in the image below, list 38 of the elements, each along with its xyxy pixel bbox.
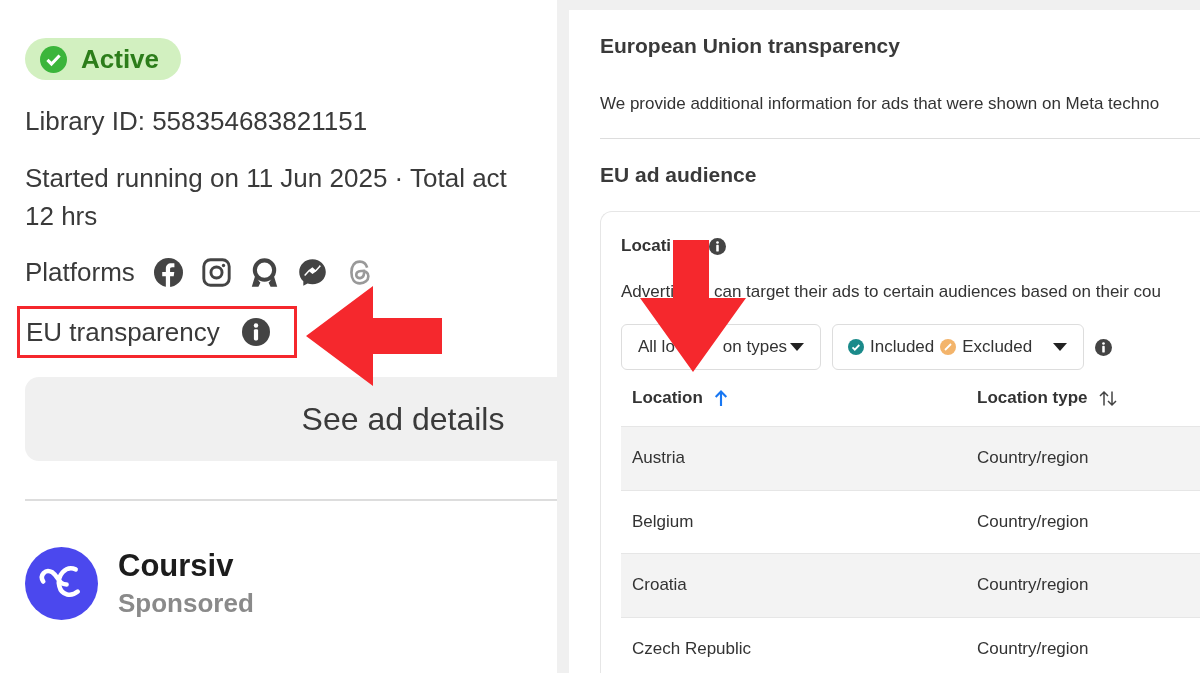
caret-icon (790, 343, 804, 351)
sort-icon[interactable] (1098, 389, 1117, 407)
facebook-icon (153, 257, 183, 287)
caret-icon (1053, 343, 1067, 351)
section-title: EU ad audience (600, 162, 758, 187)
sort-ascending-icon[interactable] (713, 389, 728, 407)
status-badge: Active (25, 38, 182, 80)
table-cell: Country/region (977, 575, 1089, 596)
advertiser-name[interactable]: Coursiv (118, 548, 254, 584)
table-cell: Country/region (977, 638, 1089, 659)
camera-icon (201, 257, 231, 287)
location-title: Locati (621, 236, 672, 256)
table-cell-text: Belgium (631, 511, 695, 532)
panel-title: European Union transparency (600, 33, 901, 58)
location-description: Adverti (621, 282, 674, 302)
intro-text: We provide additional information for ads that were shown on Meta techno (600, 94, 1161, 114)
table-cell: Country/region (977, 448, 1089, 469)
library-id: Library ID: 558354683821151 (25, 105, 369, 138)
location-description: can target their ads to certain audiences based on their cou (713, 282, 1161, 302)
info-icon[interactable] (709, 237, 727, 255)
table-cell: Country/region (977, 511, 1089, 532)
status-dropdown[interactable]: Included Excluded (832, 324, 1084, 370)
running-info: Started running on 11 Jun 2025 · Total act (25, 162, 508, 195)
column-header[interactable]: Location (632, 388, 703, 408)
see-ad-details-button[interactable]: See ad details (25, 377, 557, 461)
info-icon[interactable] (1095, 338, 1112, 356)
chat-icon (297, 257, 327, 287)
eu-transparency-label: EU transparency (26, 316, 220, 349)
table-cell-text: Croatia (631, 575, 688, 596)
table-cell-text: Czech Republic (631, 638, 753, 659)
table-cell-text: Austria (631, 448, 686, 469)
check-circle-icon (40, 45, 67, 73)
running-info: 12 hrs (25, 200, 99, 233)
info-icon[interactable] (241, 318, 270, 346)
platforms-label: Platforms (25, 256, 135, 289)
column-header[interactable]: Location type (977, 388, 1088, 408)
sponsored-label: Sponsored (118, 588, 254, 619)
ribbon-icon (249, 257, 279, 287)
